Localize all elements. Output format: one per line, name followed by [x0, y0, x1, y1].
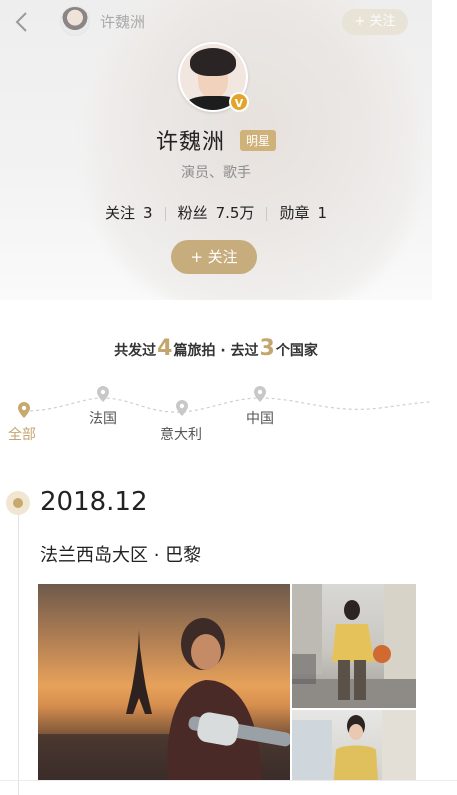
summary-middle: 篇旅拍 · 去过: [173, 343, 259, 359]
stat-value: 1: [317, 204, 327, 222]
travel-summary: 共发过4篇旅拍 · 去过3个国家: [0, 336, 432, 361]
stat-following[interactable]: 关注 3: [93, 202, 165, 223]
celebrity-badge: 明星: [240, 129, 277, 151]
photo-scene: [292, 584, 416, 708]
location-pin-icon: [97, 386, 109, 402]
travel-photo-2[interactable]: [292, 584, 416, 708]
timeline-line: [18, 504, 19, 795]
summary-prefix: 共发过: [114, 343, 157, 359]
mini-avatar: [60, 6, 90, 36]
divider: [0, 780, 457, 781]
top-bar: 许魏洲 + 关注: [0, 0, 432, 44]
photo-scene: [38, 618, 290, 780]
location-pin-icon: [254, 386, 266, 402]
route-stop-china[interactable]: 中国: [246, 408, 274, 428]
location-pin-icon: [18, 402, 30, 418]
country-route: 全部 法国 意大利 中国: [0, 384, 457, 454]
follow-button[interactable]: + 关注: [171, 240, 257, 274]
location-pin-icon: [176, 400, 188, 416]
name-row: 许魏洲 明星: [0, 124, 432, 156]
stat-value: 3: [143, 204, 153, 222]
verified-icon: V: [229, 92, 249, 112]
photo-scene: [292, 710, 416, 780]
profile-stats: 关注 3 粉丝 7.5万 勋章 1: [0, 202, 432, 223]
profile-name: 许魏洲: [155, 130, 225, 155]
timeline-dot-icon: [6, 491, 30, 515]
route-stop-italy[interactable]: 意大利: [160, 424, 202, 444]
section-location: 法兰西岛大区 · 巴黎: [40, 545, 202, 566]
top-bar-name: 许魏洲: [100, 13, 146, 31]
route-stop-all[interactable]: 全部: [8, 424, 36, 444]
stat-label: 粉丝: [177, 204, 208, 222]
travel-photo-main[interactable]: [38, 584, 290, 780]
section-date: 2018.12: [40, 487, 148, 517]
stat-value: 7.5万: [215, 204, 255, 222]
travel-photo-3[interactable]: [292, 710, 416, 780]
back-button[interactable]: [8, 8, 36, 36]
summary-country-count: 3: [259, 336, 275, 361]
route-path: [18, 386, 433, 418]
stat-label: 勋章: [279, 204, 310, 222]
stat-label: 关注: [105, 204, 136, 222]
stat-medals[interactable]: 勋章 1: [267, 202, 339, 223]
route-stop-france[interactable]: 法国: [89, 408, 117, 428]
profile-role: 演员、歌手: [181, 165, 251, 181]
summary-post-count: 4: [157, 336, 173, 361]
summary-suffix: 个国家: [275, 343, 318, 359]
top-follow-button[interactable]: + 关注: [342, 9, 408, 35]
chevron-left-icon: [15, 12, 27, 32]
stat-fans[interactable]: 粉丝 7.5万: [166, 202, 267, 223]
